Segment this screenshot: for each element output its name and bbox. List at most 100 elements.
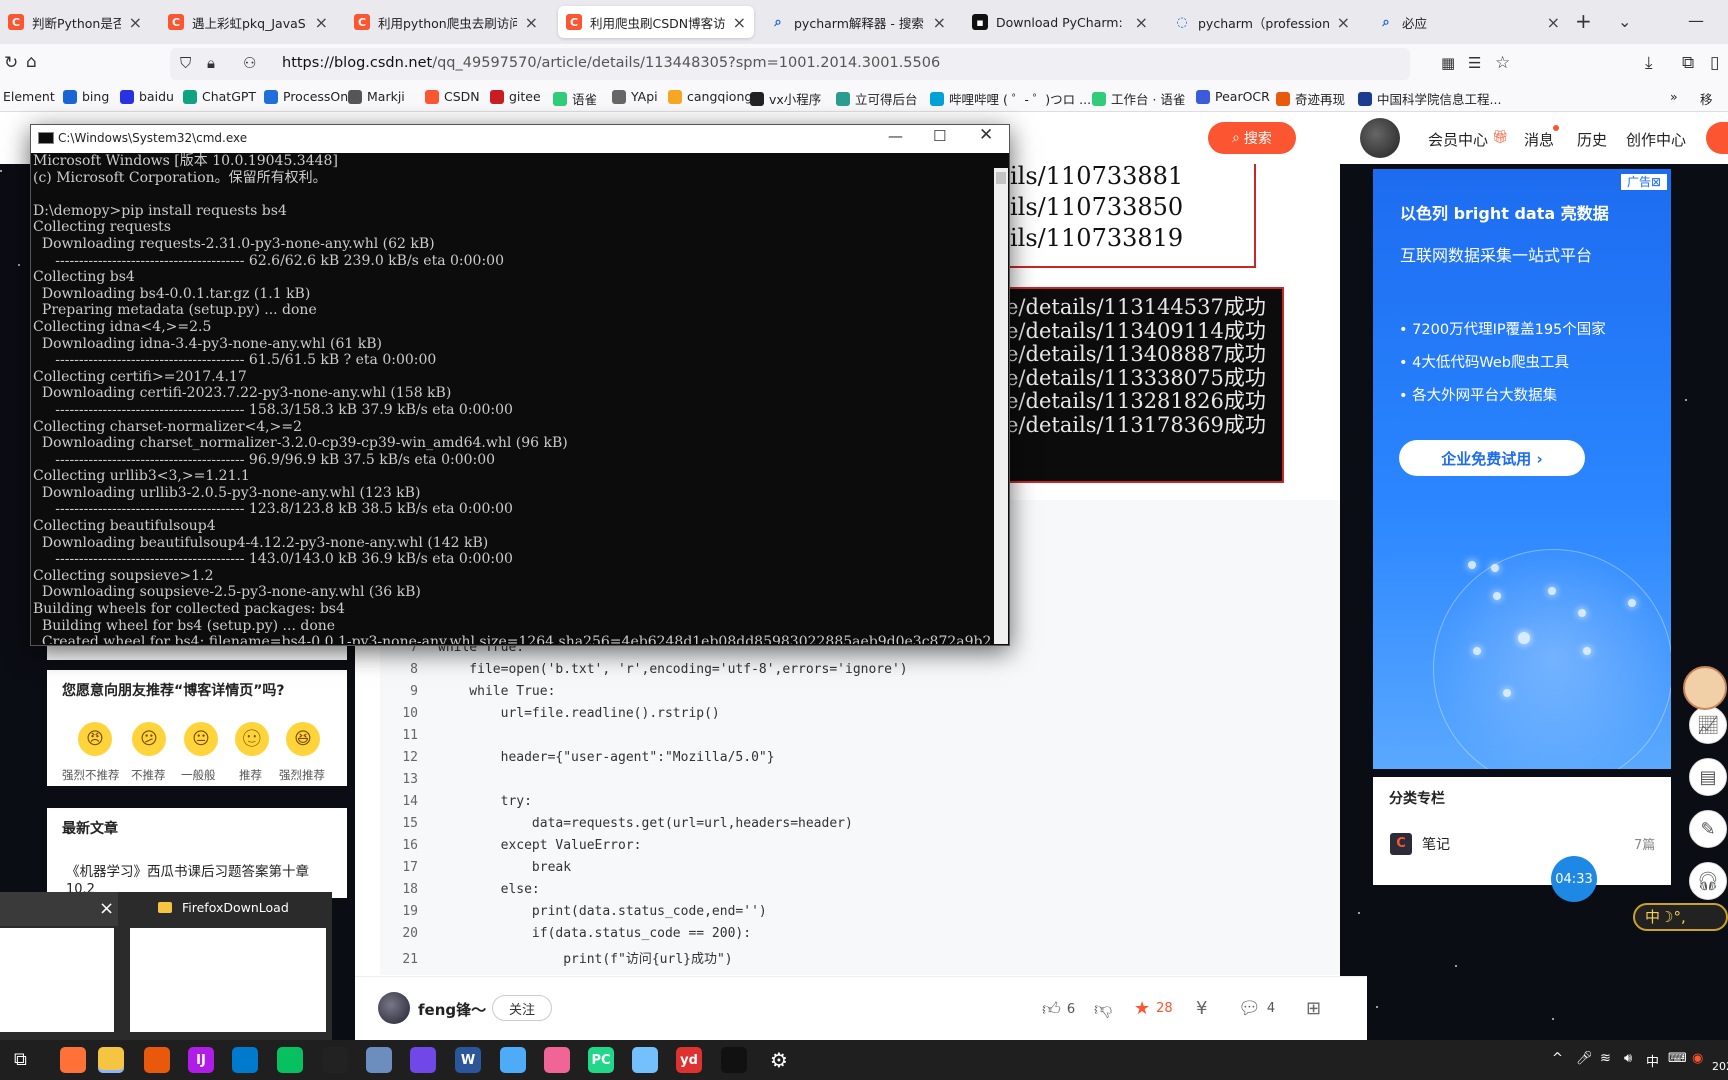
screenshot-icon[interactable]: ⧉	[1682, 53, 1694, 73]
recommend-option-label[interactable]: 强烈不推荐	[62, 767, 120, 783]
home-icon[interactable]: ⌂	[26, 52, 37, 72]
recommend-option-label[interactable]: 不推荐	[131, 767, 166, 783]
url-text[interactable]: https://blog.csdn.net/qq_49597570/articl…	[282, 55, 940, 71]
recommend-face-icon[interactable]: 😠︎	[78, 722, 112, 756]
tab-4[interactable]: ⌕ pycharm解释器 - 搜索 ×	[762, 6, 954, 38]
cmd-icon[interactable]	[721, 1047, 747, 1073]
youdao-icon[interactable]: yd	[676, 1047, 702, 1073]
task-view-icon[interactable]: ⧉	[14, 1049, 27, 1070]
bookmark-7[interactable]: gitee	[490, 89, 541, 104]
word-icon[interactable]: W	[455, 1047, 481, 1073]
tab-7[interactable]: ⌕ 必应 ×	[1370, 6, 1568, 38]
dislike-button[interactable]: 👎︎	[1094, 998, 1118, 1020]
dark-mode-toggle[interactable]: 中☽°,	[1633, 903, 1728, 931]
reward-button[interactable]: ¥	[1196, 998, 1213, 1019]
cmd-scrollbar-thumb[interactable]	[996, 172, 1006, 184]
tab-close-icon[interactable]: ×	[525, 13, 538, 32]
microphone-icon[interactable]: 🎤︎	[1576, 1051, 1593, 1066]
recommend-face-icon[interactable]: 🙂︎	[235, 722, 269, 756]
mascot-avatar[interactable]	[1683, 666, 1727, 710]
window-minimize-icon[interactable]: —	[1688, 11, 1704, 30]
qr-code-icon[interactable]: ▦	[1441, 54, 1455, 72]
intellij-icon[interactable]: IJ	[188, 1047, 214, 1073]
bookmark-4[interactable]: ProcessOn	[264, 89, 348, 104]
bookmark-1[interactable]: bing	[63, 89, 109, 104]
bookmark-16[interactable]: 奇迹再现	[1276, 89, 1345, 108]
new-tab-button[interactable]: +	[1575, 9, 1592, 33]
settings-icon[interactable]: ⚙	[766, 1047, 792, 1073]
bookmark-6[interactable]: CSDN	[425, 89, 480, 104]
tab-3[interactable]: C 利用爬虫刷CSDN博客访问量 ×	[558, 6, 754, 38]
recommend-face-icon[interactable]: 😐︎	[184, 722, 218, 756]
bookmark-0[interactable]: Element	[3, 89, 55, 104]
recommend-option-label[interactable]: 强烈推荐	[279, 767, 325, 783]
nav-messages[interactable]: 消息	[1524, 129, 1554, 150]
search-button[interactable]: ⌕ 搜索	[1208, 122, 1296, 154]
bookmark-14[interactable]: 工作台 · 语雀	[1092, 89, 1185, 108]
clock-date[interactable]: 202	[1712, 1060, 1728, 1073]
share-button[interactable]: ⊞	[1306, 998, 1327, 1019]
latest-article-link[interactable]: 《机器学习》西瓜书课后习题答案第十章	[66, 860, 309, 880]
antivirus-icon[interactable]: ◉	[1692, 1051, 1703, 1066]
ime-indicator[interactable]: 中	[1646, 1051, 1659, 1070]
tab-close-icon[interactable]: ×	[315, 13, 328, 32]
bookmark-11[interactable]: vx小程序	[750, 89, 821, 108]
edit-icon[interactable]: ✎	[1689, 810, 1727, 848]
recommend-face-icon[interactable]: 😆︎	[286, 722, 320, 756]
toolbox-icon[interactable]: ▤	[1689, 758, 1727, 796]
ad-cta-button[interactable]: 企业免费试用 ›	[1399, 440, 1585, 476]
nav-vip-center[interactable]: 会员中心	[1428, 129, 1488, 150]
tab-close-icon[interactable]: ×	[733, 13, 746, 32]
tab-0[interactable]: C 判断Python是否安装了 ×	[0, 6, 150, 38]
lock-icon[interactable]: 🔒︎	[207, 54, 215, 72]
tab-6[interactable]: ◌ pycharm（professional版 ×	[1166, 6, 1358, 38]
maximize-icon[interactable]: ☐	[933, 127, 946, 145]
tab-close-icon[interactable]: ×	[1135, 13, 1148, 32]
tab-close-icon[interactable]: ×	[1337, 13, 1350, 32]
tab-close-icon[interactable]: ×	[129, 13, 142, 32]
ad-badge[interactable]: 广告⊠	[1620, 173, 1668, 191]
bookmarks-overflow-icon[interactable]: »	[1670, 89, 1678, 104]
bookmark-15[interactable]: PearOCR	[1196, 89, 1270, 104]
timer-badge[interactable]: 04:33	[1551, 856, 1597, 902]
network-icon[interactable]	[500, 1047, 526, 1073]
bookmark-17[interactable]: 中国科学院信息工程...	[1358, 89, 1501, 108]
tab-close-icon[interactable]: ×	[933, 13, 946, 32]
trend-chart-icon[interactable]: 📈︎	[1689, 706, 1727, 744]
volume-icon[interactable]: 🔊︎	[1624, 1051, 1632, 1066]
comment-button[interactable]: 💬︎ 4	[1238, 998, 1275, 1019]
recommend-option-label[interactable]: 推荐	[239, 767, 262, 783]
tab-5[interactable]: ▪ Download PyCharm: Pyth ×	[964, 6, 1156, 38]
keyboard-icon[interactable]: ⌨	[1668, 1051, 1687, 1066]
bookmark-9[interactable]: YApi	[612, 89, 658, 104]
like-button[interactable]: 👍︎ 6	[1042, 998, 1075, 1020]
recommend-face-icon[interactable]: 😕︎	[132, 722, 166, 756]
bookmark-10[interactable]: cangqiong	[668, 89, 752, 104]
shield-icon[interactable]: ⛉	[180, 54, 191, 72]
tab-close-icon[interactable]: ×	[1547, 13, 1560, 32]
bookmark-2[interactable]: baidu	[120, 89, 174, 104]
qq-icon[interactable]	[322, 1047, 348, 1073]
firefox-icon[interactable]	[60, 1047, 86, 1073]
mask-icon[interactable]	[410, 1047, 436, 1073]
tab-list-button[interactable]: ⌄	[1618, 12, 1631, 31]
bookmark-8[interactable]: 语雀	[553, 89, 597, 108]
bookmark-5[interactable]: Markji	[348, 89, 405, 104]
app-icon[interactable]	[144, 1047, 170, 1073]
favorite-button[interactable]: ★ 28	[1134, 998, 1173, 1019]
paint-icon[interactable]	[366, 1047, 392, 1073]
other-bookmarks[interactable]: 移	[1700, 89, 1713, 108]
user-avatar[interactable]	[1360, 118, 1400, 158]
preview-thumbnail[interactable]	[130, 928, 326, 1032]
bilibili-icon[interactable]	[544, 1047, 570, 1073]
bookmark-13[interactable]: 哔哩哔哩 ( ゜- ゜)つロ ...	[930, 89, 1091, 108]
cmd-scrollbar[interactable]	[994, 168, 1008, 644]
wechat-icon[interactable]	[277, 1047, 303, 1073]
bookmark-3[interactable]: ChatGPT	[183, 89, 256, 104]
notepad-icon[interactable]	[632, 1047, 658, 1073]
minimize-icon[interactable]: —	[888, 127, 903, 145]
reload-icon[interactable]: ↻	[4, 53, 18, 73]
author-avatar[interactable]	[378, 992, 410, 1024]
wifi-icon[interactable]: ≋	[1600, 1051, 1611, 1066]
permissions-icon[interactable]: ⚇	[243, 54, 256, 72]
